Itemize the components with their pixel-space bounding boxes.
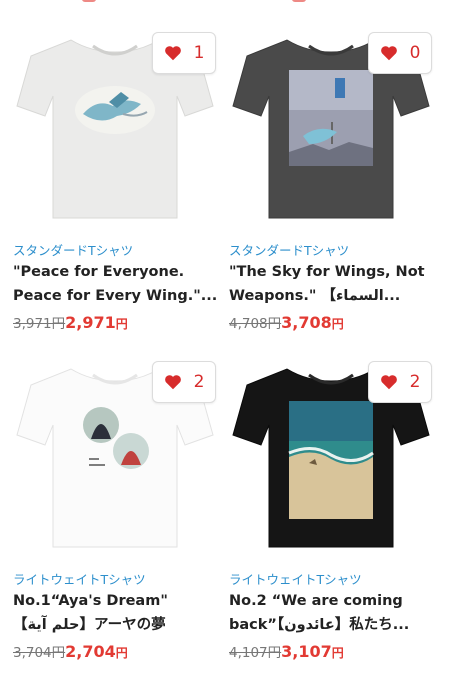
product-card[interactable]: 2 ライトウェイトTシャツ No.2 “We are coming back”【…: [229, 347, 434, 661]
product-title-line: "The Sky for Wings, Not: [229, 264, 425, 280]
like-button[interactable]: 0: [368, 32, 432, 74]
product-image[interactable]: 2: [229, 347, 434, 557]
original-price: 3,971円: [13, 316, 66, 332]
like-button[interactable]: 1: [152, 32, 216, 74]
product-image[interactable]: 2: [13, 347, 218, 557]
sale-price: 2,704: [65, 642, 116, 661]
currency-label: 円: [331, 317, 344, 331]
currency-label: 円: [115, 646, 128, 660]
product-title-line: No.1“Aya's Dream": [13, 593, 168, 609]
like-count: 2: [409, 372, 421, 392]
product-title-line: 【حلم آية】アーヤの夢: [13, 617, 166, 633]
product-title[interactable]: "The Sky for Wings, Not Weapons." 【السما…: [229, 260, 434, 308]
product-title-line: Weapons." 【السماء...: [229, 288, 401, 304]
product-title-line: "Peace for Everyone.: [13, 264, 185, 280]
price-row: 4,708円3,708円: [229, 312, 434, 332]
like-button[interactable]: 2: [152, 361, 216, 403]
price-row: 3,971円2,971円: [13, 312, 218, 332]
product-image[interactable]: 1: [13, 18, 218, 228]
product-image[interactable]: 0: [229, 18, 434, 228]
product-title-line: No.2 “We are coming: [229, 593, 403, 609]
sale-price: 3,107: [281, 642, 332, 661]
product-category-link[interactable]: ライトウェイトTシャツ: [13, 569, 218, 587]
top-edge-fragment: [0, 0, 449, 6]
product-title-line: Peace for Every Wing."...: [13, 288, 218, 304]
product-title-line: back”【عائدون】私たち...: [229, 617, 410, 633]
original-price: 4,708円: [229, 316, 282, 332]
product-card[interactable]: 0 スタンダードTシャツ "The Sky for Wings, Not Wea…: [229, 18, 434, 332]
product-card[interactable]: 2 ライトウェイトTシャツ No.1“Aya's Dream" 【حلم آية…: [13, 347, 218, 661]
product-title[interactable]: "Peace for Everyone. Peace for Every Win…: [13, 260, 218, 308]
like-count: 1: [193, 43, 205, 63]
original-price: 3,704円: [13, 645, 66, 661]
like-count: 2: [193, 372, 205, 392]
product-card[interactable]: 1 スタンダードTシャツ "Peace for Everyone. Peace …: [13, 18, 218, 332]
like-button[interactable]: 2: [368, 361, 432, 403]
currency-label: 円: [115, 317, 128, 331]
heart-icon: [164, 375, 181, 390]
heart-icon: [380, 375, 397, 390]
heart-icon: [164, 46, 181, 61]
heart-icon: [380, 46, 397, 61]
price-row: 3,704円2,704円: [13, 641, 218, 661]
sale-price: 3,708: [281, 313, 332, 332]
product-title[interactable]: No.2 “We are coming back”【عائدون】私たち...: [229, 589, 434, 637]
product-category-link[interactable]: スタンダードTシャツ: [13, 240, 218, 258]
product-category-link[interactable]: ライトウェイトTシャツ: [229, 569, 434, 587]
sale-price: 2,971: [65, 313, 116, 332]
like-count: 0: [409, 43, 421, 63]
price-row: 4,107円3,107円: [229, 641, 434, 661]
original-price: 4,107円: [229, 645, 282, 661]
product-title[interactable]: No.1“Aya's Dream" 【حلم آية】アーヤの夢: [13, 589, 218, 637]
currency-label: 円: [331, 646, 344, 660]
product-category-link[interactable]: スタンダードTシャツ: [229, 240, 434, 258]
